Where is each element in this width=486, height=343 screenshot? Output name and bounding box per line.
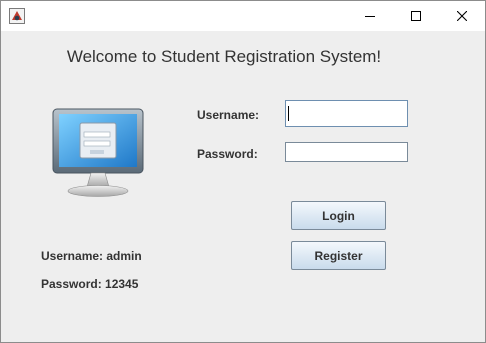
java-app-icon[interactable]	[9, 8, 25, 24]
computer-monitor-icon	[51, 107, 145, 199]
password-hint: Password: 12345	[41, 277, 139, 291]
username-label: Username:	[197, 108, 260, 122]
page-title: Welcome to Student Registration System!	[66, 47, 382, 66]
text-caret	[288, 106, 289, 121]
maximize-icon	[411, 11, 421, 21]
password-label: Password:	[197, 147, 258, 161]
password-input[interactable]	[285, 142, 408, 162]
main-panel: Welcome to Student Registration System!	[1, 31, 485, 342]
minimize-icon	[365, 16, 375, 17]
login-button[interactable]: Login	[291, 201, 386, 230]
app-window: Welcome to Student Registration System!	[0, 0, 486, 343]
username-input[interactable]	[285, 100, 408, 127]
minimize-button[interactable]	[347, 1, 393, 31]
title-bar[interactable]	[1, 1, 485, 31]
username-hint: Username: admin	[41, 249, 142, 263]
close-button[interactable]	[439, 1, 485, 31]
maximize-button[interactable]	[393, 1, 439, 31]
close-icon	[457, 11, 467, 21]
register-button[interactable]: Register	[291, 241, 386, 270]
